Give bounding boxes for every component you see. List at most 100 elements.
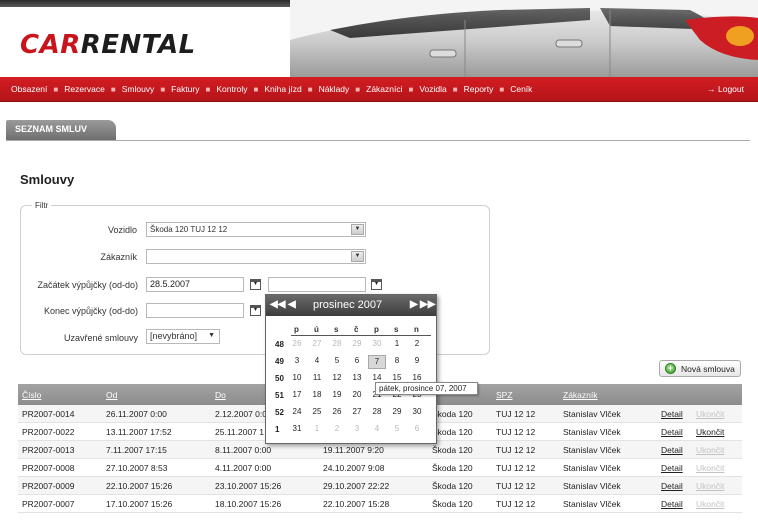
col-od[interactable]: Od xyxy=(106,390,117,400)
chevron-down-icon[interactable]: ▼ xyxy=(351,251,364,262)
next-month-icon[interactable]: ▶ xyxy=(410,299,418,310)
ukoncit-link[interactable]: Ukončit xyxy=(696,499,724,509)
ukoncit-link[interactable]: Ukončit xyxy=(696,409,724,419)
ukoncit-link[interactable]: Ukončit xyxy=(696,445,724,455)
calendar-day[interactable]: 29 xyxy=(348,338,366,352)
calendar-day[interactable]: 20 xyxy=(348,389,366,403)
nav-item-zakaznici[interactable]: Zákazníci xyxy=(366,84,402,94)
calendar-day[interactable]: 10 xyxy=(288,372,306,386)
calendar-day[interactable]: 7 xyxy=(368,355,386,369)
logout-link[interactable]: → Logout xyxy=(707,84,744,94)
next-year-icon[interactable]: ▶▶ xyxy=(420,299,435,310)
zacatek-od-input[interactable]: 28.5.2007 xyxy=(146,277,244,292)
nav-item-faktury[interactable]: Faktury xyxy=(171,84,199,94)
calendar-day[interactable]: 6 xyxy=(408,423,426,437)
nav-item-vozidla[interactable]: Vozidla xyxy=(419,84,446,94)
nav-item-reporty[interactable]: Reporty xyxy=(464,84,494,94)
cell-vuz: Škoda 120 xyxy=(432,499,473,509)
calendar-day[interactable]: 5 xyxy=(388,423,406,437)
calendar-day[interactable]: 19 xyxy=(328,389,346,403)
nav-item-naklady[interactable]: Náklady xyxy=(319,84,350,94)
ukoncit-link[interactable]: Ukončit xyxy=(696,463,724,473)
calendar-day[interactable]: 25 xyxy=(308,406,326,420)
zacatek-do-input[interactable] xyxy=(268,277,366,292)
calendar-day[interactable]: 30 xyxy=(408,406,426,420)
calendar-day[interactable]: 24 xyxy=(288,406,306,420)
calendar-day[interactable]: 31 xyxy=(288,423,306,437)
cell-spz: TUJ 12 12 xyxy=(496,463,536,473)
calendar-icon[interactable]: ▾ xyxy=(250,279,261,290)
calendar-day[interactable]: 1 xyxy=(308,423,326,437)
calendar-day[interactable]: 8 xyxy=(388,355,406,369)
logo[interactable]: CARRENTAL xyxy=(20,30,196,60)
detail-link[interactable]: Detail xyxy=(661,427,683,437)
calendar-day[interactable]: 28 xyxy=(368,406,386,420)
calendar-day[interactable]: 3 xyxy=(288,355,306,369)
calendar-day[interactable]: 5 xyxy=(328,355,346,369)
calendar-header: ◀◀ ◀ prosinec 2007 ▶ ▶▶ xyxy=(266,295,436,316)
calendar-day[interactable]: 11 xyxy=(308,372,326,386)
nav-item-rezervace[interactable]: Rezervace xyxy=(64,84,105,94)
col-zakaznik[interactable]: Zákazník xyxy=(563,390,598,400)
calendar-icon[interactable]: ▾ xyxy=(250,305,261,316)
calendar-icon[interactable]: ▾ xyxy=(371,279,382,290)
detail-link[interactable]: Detail xyxy=(661,481,683,491)
konec-od-input[interactable] xyxy=(146,303,244,318)
calendar-divider xyxy=(291,335,431,336)
vozidlo-select[interactable]: Škoda 120 TUJ 12 12 ▼ xyxy=(146,222,366,237)
calendar-day[interactable]: 27 xyxy=(348,406,366,420)
nav-item-cenik[interactable]: Ceník xyxy=(510,84,532,94)
detail-link[interactable]: Detail xyxy=(661,409,683,419)
new-contract-button[interactable]: + Nová smlouva xyxy=(659,360,741,377)
calendar-day[interactable]: 17 xyxy=(288,389,306,403)
calendar-day[interactable]: 12 xyxy=(328,372,346,386)
col-do[interactable]: Do xyxy=(215,390,226,400)
col-spz[interactable]: SPZ xyxy=(496,390,513,400)
calendar-day[interactable]: 4 xyxy=(308,355,326,369)
cell-realny: 29.10.2007 22:22 xyxy=(323,481,390,491)
zakaznik-select[interactable]: ▼ xyxy=(146,249,366,264)
calendar-day[interactable]: 6 xyxy=(348,355,366,369)
ukoncit-link[interactable]: Ukončit xyxy=(696,427,724,437)
calendar-day[interactable]: 9 xyxy=(408,355,426,369)
nav-separator: ■ xyxy=(205,84,211,94)
add-icon: + xyxy=(665,363,676,374)
cell-od: 13.11.2007 17:52 xyxy=(106,427,172,437)
detail-link[interactable]: Detail xyxy=(661,463,683,473)
nav-item-kniha-jizd[interactable]: Kniha jízd xyxy=(264,84,301,94)
chevron-down-icon[interactable]: ▼ xyxy=(351,224,364,235)
section-tab[interactable]: SEZNAM SMLUV xyxy=(6,120,116,140)
nav-item-kontroly[interactable]: Kontroly xyxy=(216,84,247,94)
calendar-day[interactable]: 26 xyxy=(328,406,346,420)
calendar-week-number: 1 xyxy=(275,425,280,434)
calendar-day[interactable]: 27 xyxy=(308,338,326,352)
prev-year-icon[interactable]: ◀◀ xyxy=(270,299,285,310)
cell-do: 18.10.2007 15:26 xyxy=(215,499,282,509)
calendar-day[interactable]: 28 xyxy=(328,338,346,352)
cell-od: 26.11.2007 0:00 xyxy=(106,409,167,419)
chevron-down-icon[interactable]: ▼ xyxy=(208,332,215,339)
calendar-day[interactable]: 1 xyxy=(388,338,406,352)
nav-separator: ■ xyxy=(160,84,166,94)
calendar-day[interactable]: 2 xyxy=(408,338,426,352)
ukoncit-link[interactable]: Ukončit xyxy=(696,481,724,491)
calendar-day[interactable]: 4 xyxy=(368,423,386,437)
calendar-week-number: 48 xyxy=(275,340,284,349)
calendar-day[interactable]: 18 xyxy=(308,389,326,403)
calendar-day[interactable]: 2 xyxy=(328,423,346,437)
nav-item-obsazeni[interactable]: Obsazení xyxy=(11,84,47,94)
calendar-dow: ú xyxy=(314,325,319,334)
col-cislo[interactable]: Číslo xyxy=(22,390,41,400)
calendar-day[interactable]: 29 xyxy=(388,406,406,420)
detail-link[interactable]: Detail xyxy=(661,445,683,455)
calendar-day[interactable]: 13 xyxy=(348,372,366,386)
detail-link[interactable]: Detail xyxy=(661,499,683,509)
calendar-day[interactable]: 26 xyxy=(288,338,306,352)
uzavrene-select[interactable]: [nevybráno] ▼ xyxy=(146,329,220,344)
prev-month-icon[interactable]: ◀ xyxy=(288,299,296,310)
nav-item-smlouvy[interactable]: Smlouvy xyxy=(122,84,155,94)
calendar-day[interactable]: 3 xyxy=(348,423,366,437)
section-divider xyxy=(6,140,750,141)
calendar-day[interactable]: 30 xyxy=(368,338,386,352)
logo-car: CAR xyxy=(20,30,81,60)
